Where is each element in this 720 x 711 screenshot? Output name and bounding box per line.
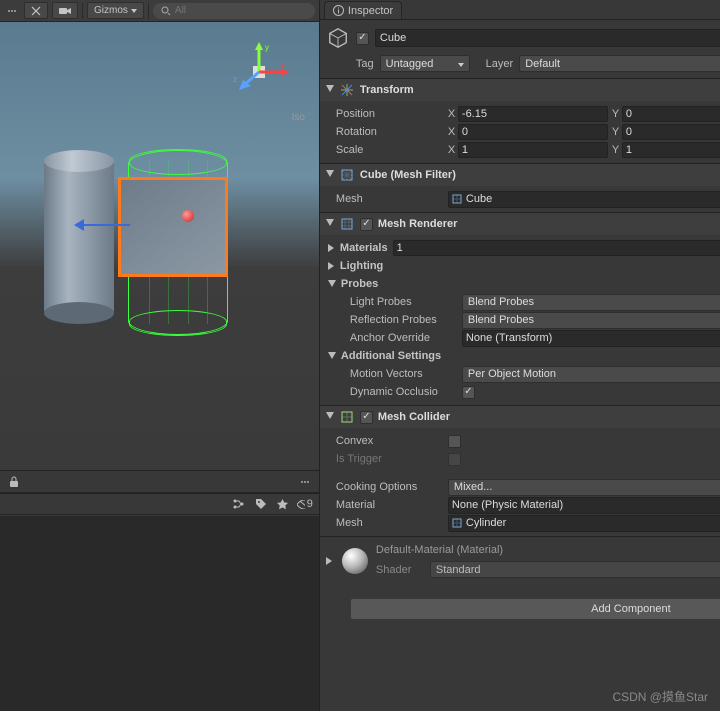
mesh-collider-enabled[interactable] — [360, 411, 373, 424]
tag-icon[interactable] — [253, 496, 269, 512]
anchor-override-field[interactable]: None (Transform) — [462, 330, 720, 347]
gizmos-dropdown[interactable]: Gizmos — [87, 2, 144, 19]
anchor-override-label: Anchor Override — [340, 332, 458, 344]
scene-object-cube-selected[interactable] — [118, 177, 228, 277]
rotation-y[interactable] — [622, 124, 720, 140]
mesh-filter-header[interactable]: Cube (Mesh Filter) ? — [320, 164, 720, 186]
mesh-collider-header[interactable]: Mesh Collider ? — [320, 406, 720, 428]
material-preview-icon[interactable] — [342, 548, 368, 574]
mesh-filter-icon — [339, 167, 355, 183]
mesh-label: Mesh — [326, 193, 444, 205]
transform-header[interactable]: Transform ? — [320, 79, 720, 101]
mesh-icon — [452, 518, 462, 528]
svg-text:x: x — [281, 61, 285, 70]
dynamic-occlusion-label: Dynamic Occlusio — [340, 386, 458, 398]
collider-mesh-field[interactable]: Cylinder — [448, 515, 720, 532]
cooking-options-label: Cooking Options — [326, 481, 444, 493]
tag-label: Tag — [356, 58, 374, 70]
mesh-renderer-enabled[interactable] — [360, 218, 373, 231]
inspector-tab-bar: Inspector — [320, 0, 720, 20]
scene-search-input[interactable] — [175, 5, 307, 16]
add-component-button[interactable]: Add Component — [350, 598, 720, 620]
panel-menu-icon[interactable] — [4, 10, 20, 12]
material-foldout[interactable] — [326, 557, 334, 565]
tag-dropdown[interactable]: Untagged — [380, 55, 470, 72]
motion-vectors-label: Motion Vectors — [340, 368, 458, 380]
scene-toolbar: Gizmos — [0, 0, 319, 22]
material-section: Default-Material (Material) ? Shader Sta… — [320, 536, 720, 584]
convex-checkbox[interactable] — [448, 435, 461, 448]
scene-object-cylinder[interactable] — [44, 152, 114, 322]
mesh-renderer-header[interactable]: Mesh Renderer ? — [320, 213, 720, 235]
light-probes-label: Light Probes — [340, 296, 458, 308]
rotation-x[interactable] — [458, 124, 608, 140]
lock-icon[interactable] — [6, 474, 22, 490]
camera-button[interactable] — [52, 2, 78, 19]
watermark: CSDN @摸鱼Star — [612, 688, 708, 705]
favorite-icon[interactable] — [275, 496, 291, 512]
materials-count[interactable] — [393, 240, 720, 256]
svg-text:y: y — [265, 43, 269, 52]
hierarchy-icon[interactable] — [231, 496, 247, 512]
visibility-icon[interactable]: 9 — [297, 496, 313, 512]
lighting-foldout[interactable]: Lighting — [326, 257, 720, 275]
mesh-filter-mesh-field[interactable]: Cube — [448, 191, 720, 208]
hidden-count: 9 — [307, 498, 313, 510]
is-trigger-label: Is Trigger — [326, 453, 444, 465]
collider-mesh-label: Mesh — [326, 517, 444, 529]
gameobject-header: Static Tag Untagged Layer Default — [320, 20, 720, 72]
gameobject-name-input[interactable] — [375, 29, 720, 47]
info-icon — [333, 5, 344, 16]
additional-settings-foldout[interactable]: Additional Settings — [326, 347, 720, 365]
convex-label: Convex — [326, 435, 444, 447]
reflection-probes-label: Reflection Probes — [340, 314, 458, 326]
position-y[interactable] — [622, 106, 720, 122]
reflection-probes-dropdown[interactable]: Blend Probes — [462, 312, 720, 329]
dynamic-occlusion-checkbox[interactable] — [462, 386, 475, 399]
gameobject-icon[interactable] — [326, 26, 350, 50]
projection-label[interactable]: Iso — [292, 112, 305, 123]
active-checkbox[interactable] — [356, 32, 369, 45]
motion-vectors-dropdown[interactable]: Per Object Motion — [462, 366, 720, 383]
probes-foldout[interactable]: Probes — [326, 275, 720, 293]
materials-foldout[interactable]: Materials — [326, 239, 720, 257]
light-probes-dropdown[interactable]: Blend Probes — [462, 294, 720, 311]
rotation-label: Rotation — [326, 126, 444, 138]
layer-dropdown[interactable]: Default — [519, 55, 720, 72]
svg-text:z: z — [233, 75, 237, 84]
material-title: Default-Material (Material) — [376, 544, 503, 556]
is-trigger-checkbox — [448, 453, 461, 466]
position-label: Position — [326, 108, 444, 120]
scale-label: Scale — [326, 144, 444, 156]
mesh-renderer-icon — [339, 216, 355, 232]
project-panel: 9 — [0, 471, 319, 711]
search-icon — [161, 6, 171, 16]
tab-inspector[interactable]: Inspector — [324, 1, 402, 19]
physic-material-field[interactable]: None (Physic Material) — [448, 497, 720, 514]
scene-view[interactable]: y x z Iso — [0, 22, 319, 471]
orientation-gizmo[interactable]: y x z — [229, 42, 289, 102]
shader-dropdown[interactable]: Standard — [430, 561, 720, 578]
cooking-options-dropdown[interactable]: Mixed... — [448, 479, 720, 496]
mesh-icon — [452, 194, 462, 204]
mesh-collider-icon — [339, 409, 355, 425]
shader-label: Shader — [376, 564, 424, 576]
position-x[interactable] — [458, 106, 608, 122]
scale-y[interactable] — [622, 142, 720, 158]
transform-icon — [339, 82, 355, 98]
scale-x[interactable] — [458, 142, 608, 158]
layer-label: Layer — [486, 58, 514, 70]
physic-material-label: Material — [326, 499, 444, 511]
scene-light-gizmo[interactable] — [182, 210, 194, 222]
scene-search[interactable] — [153, 3, 315, 19]
panel-menu-icon[interactable] — [297, 481, 313, 483]
tools-button[interactable] — [24, 2, 48, 19]
move-handle-x[interactable] — [78, 224, 130, 226]
